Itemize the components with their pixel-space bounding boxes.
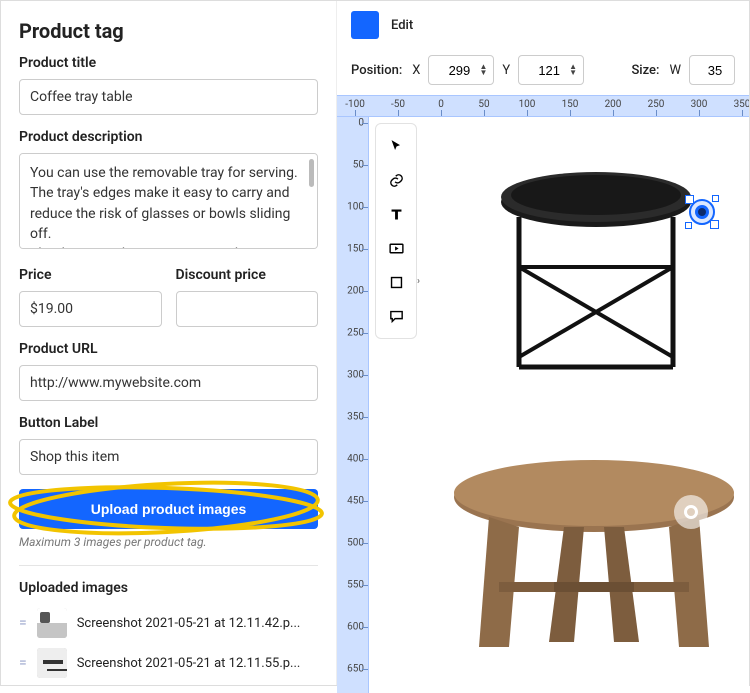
text-tool[interactable] <box>380 198 412 230</box>
y-input[interactable]: ▲▼ <box>518 55 584 85</box>
shape-tool[interactable]: › <box>380 266 412 298</box>
link-tool[interactable] <box>380 164 412 196</box>
horizontal-ruler: -100-50050100150200250300350 <box>337 95 749 117</box>
panel-title: Product tag <box>19 19 318 43</box>
properties-bar: Position: X ▲▼ Y ▲▼ Size: W <box>337 47 749 95</box>
price-label: Price <box>19 267 162 283</box>
y-value[interactable] <box>529 63 569 78</box>
uploaded-image-item[interactable]: = Screenshot 2021-05-21 at 12.11.42.p... <box>19 608 318 638</box>
file-name: Screenshot 2021-05-21 at 12.11.55.p... <box>77 656 318 671</box>
product-image-wood-table[interactable] <box>449 457 739 657</box>
vertical-ruler: 050100150200250300350400450500550600650 <box>337 117 369 693</box>
image-thumbnail <box>37 648 67 678</box>
upload-product-images-button[interactable]: Upload product images <box>19 489 318 529</box>
product-url-label: Product URL <box>19 341 318 357</box>
product-title-label: Product title <box>19 55 318 71</box>
position-label: Position: <box>351 63 402 78</box>
tool-palette: › <box>375 123 417 339</box>
drag-handle-icon[interactable]: = <box>19 655 27 671</box>
w-label: W <box>669 63 681 78</box>
size-label: Size: <box>631 63 659 78</box>
chevron-right-icon: › <box>417 276 420 287</box>
file-name: Screenshot 2021-05-21 at 12.11.42.p... <box>77 616 318 631</box>
price-input[interactable] <box>19 291 162 327</box>
w-value[interactable] <box>700 63 730 78</box>
uploaded-images-title: Uploaded images <box>19 580 318 596</box>
product-image-black-table[interactable] <box>489 157 704 387</box>
edit-label: Edit <box>391 18 413 33</box>
upload-hint: Maximum 3 images per product tag. <box>19 535 318 549</box>
drag-handle-icon[interactable]: = <box>19 615 27 631</box>
product-description-label: Product description <box>19 129 318 145</box>
discount-price-input[interactable] <box>176 291 319 327</box>
x-input[interactable]: ▲▼ <box>428 55 494 85</box>
x-label: X <box>412 63 420 78</box>
product-url-input[interactable] <box>19 365 318 401</box>
canvas-area: Edit Position: X ▲▼ Y ▲▼ Size: W -100-50… <box>336 1 749 685</box>
product-description-input[interactable]: You can use the removable tray for servi… <box>19 153 318 249</box>
product-hotspot-selected[interactable] <box>689 199 715 225</box>
product-tag-panel: Product tag Product title Product descri… <box>1 1 336 685</box>
discount-price-label: Discount price <box>176 267 319 283</box>
pointer-tool[interactable] <box>380 130 412 162</box>
product-hotspot[interactable] <box>674 495 708 529</box>
stepper-icon[interactable]: ▲▼ <box>479 64 487 76</box>
uploaded-image-item[interactable]: = Screenshot 2021-05-21 at 12.11.55.p... <box>19 648 318 678</box>
image-thumbnail <box>37 608 67 638</box>
y-label: Y <box>502 63 510 78</box>
design-stage[interactable]: › <box>369 117 749 693</box>
divider <box>19 565 318 566</box>
stepper-icon[interactable]: ▲▼ <box>569 64 577 76</box>
comment-tool[interactable] <box>380 300 412 332</box>
color-swatch[interactable] <box>351 11 379 39</box>
w-input[interactable] <box>689 55 735 85</box>
video-tool[interactable] <box>380 232 412 264</box>
button-label-input[interactable] <box>19 439 318 475</box>
button-label-label: Button Label <box>19 415 318 431</box>
product-title-input[interactable] <box>19 79 318 115</box>
x-value[interactable] <box>439 63 479 78</box>
